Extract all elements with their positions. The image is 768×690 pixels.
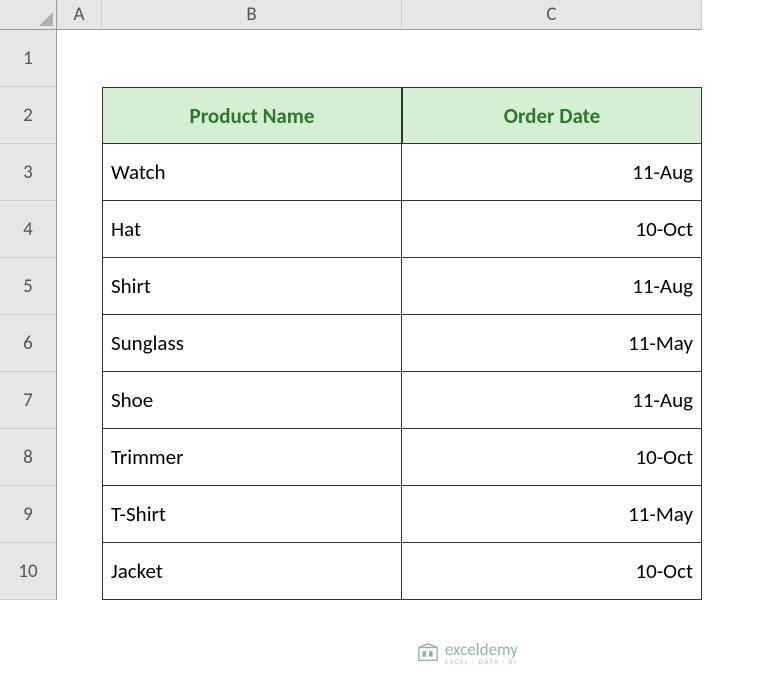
cell-product-2[interactable]: Shirt [102,258,402,315]
row-header-8[interactable]: 8 [0,429,57,486]
watermark: exceldemy EXCEL · DATA · BI [417,641,518,665]
row-header-9[interactable]: 9 [0,486,57,543]
row-header-10[interactable]: 10 [0,543,57,600]
cell-product-0[interactable]: Watch [102,144,402,201]
row-header-4[interactable]: 4 [0,201,57,258]
select-all-corner[interactable] [0,0,57,30]
col-header-c[interactable]: C [402,0,702,30]
exceldemy-logo-icon [417,642,439,664]
cell-date-1[interactable]: 10-Oct [402,201,702,258]
cell-date-0[interactable]: 11-Aug [402,144,702,201]
cell-c1[interactable] [402,30,702,87]
table-header-date[interactable]: Order Date [402,87,702,144]
cell-a2[interactable] [57,87,102,144]
watermark-sub: EXCEL · DATA · BI [445,658,518,665]
cell-date-5[interactable]: 10-Oct [402,429,702,486]
cell-product-6[interactable]: T-Shirt [102,486,402,543]
cell-product-7[interactable]: Jacket [102,543,402,600]
cell-a8[interactable] [57,429,102,486]
cell-date-7[interactable]: 10-Oct [402,543,702,600]
cell-date-6[interactable]: 11-May [402,486,702,543]
cell-date-3[interactable]: 11-May [402,315,702,372]
spreadsheet-grid: A B C 1 2 Product Name Order Date 3 Watc… [0,0,768,600]
cell-a4[interactable] [57,201,102,258]
row-header-1[interactable]: 1 [0,30,57,87]
row-header-7[interactable]: 7 [0,372,57,429]
cell-a6[interactable] [57,315,102,372]
cell-product-1[interactable]: Hat [102,201,402,258]
cell-product-3[interactable]: Sunglass [102,315,402,372]
row-header-3[interactable]: 3 [0,144,57,201]
cell-a3[interactable] [57,144,102,201]
table-header-product[interactable]: Product Name [102,87,402,144]
cell-product-4[interactable]: Shoe [102,372,402,429]
cell-a5[interactable] [57,258,102,315]
row-header-6[interactable]: 6 [0,315,57,372]
row-header-5[interactable]: 5 [0,258,57,315]
col-header-b[interactable]: B [102,0,402,30]
cell-a9[interactable] [57,486,102,543]
cell-date-2[interactable]: 11-Aug [402,258,702,315]
watermark-brand: exceldemy [445,641,518,658]
cell-b1[interactable] [102,30,402,87]
cell-product-5[interactable]: Trimmer [102,429,402,486]
cell-a1[interactable] [57,30,102,87]
cell-date-4[interactable]: 11-Aug [402,372,702,429]
col-header-a[interactable]: A [57,0,102,30]
cell-a10[interactable] [57,543,102,600]
row-header-2[interactable]: 2 [0,87,57,144]
cell-a7[interactable] [57,372,102,429]
